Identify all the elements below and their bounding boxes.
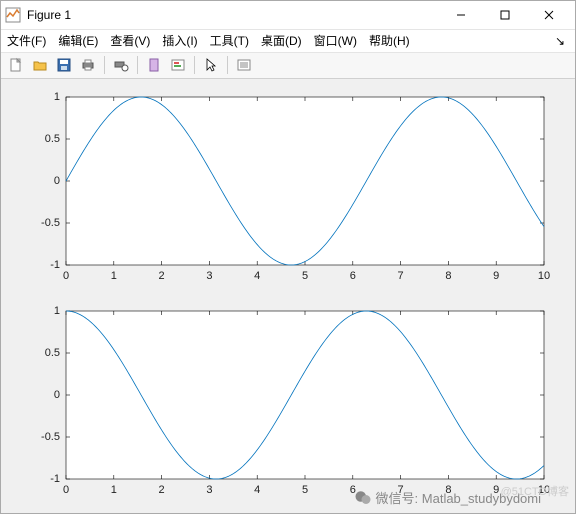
axes-1[interactable]: 0 1 2 3 4 5 6 7 8 9 10 -1 -0.5 0 0.5 1	[22, 89, 554, 289]
svg-text:1: 1	[54, 305, 60, 317]
axes-2[interactable]: 012345678910-1-0.500.51	[22, 303, 554, 503]
new-file-icon[interactable]	[5, 54, 27, 76]
svg-text:-1: -1	[50, 473, 60, 485]
close-button[interactable]	[527, 1, 571, 29]
svg-text:10: 10	[538, 270, 550, 282]
toolbar-separator	[137, 56, 138, 74]
plot-area: 012345678910-1-0.500.51 012345678910-1-0…	[1, 79, 575, 513]
svg-text:4: 4	[254, 484, 260, 496]
figure-window: Figure 1 文件(F) 编辑(E) 查看(V) 插入(I) 工具(T) 桌…	[0, 0, 576, 514]
svg-text:5: 5	[302, 484, 308, 496]
menu-edit[interactable]: 编辑(E)	[58, 32, 98, 49]
window-title: Figure 1	[27, 8, 71, 22]
svg-text:7: 7	[398, 270, 404, 282]
menu-tools[interactable]: 工具(T)	[210, 32, 249, 49]
svg-text:-1: -1	[50, 259, 60, 271]
toolbar-separator	[194, 56, 195, 74]
link-icon[interactable]	[143, 54, 165, 76]
svg-text:8: 8	[445, 270, 451, 282]
svg-text:9: 9	[493, 270, 499, 282]
minimize-button[interactable]	[439, 1, 483, 29]
svg-text:6: 6	[350, 270, 356, 282]
svg-text:0.5: 0.5	[45, 347, 60, 359]
maximize-button[interactable]	[483, 1, 527, 29]
svg-text:1: 1	[54, 91, 60, 103]
svg-text:2: 2	[159, 484, 165, 496]
svg-text:4: 4	[254, 270, 260, 282]
open-icon[interactable]	[29, 54, 51, 76]
wechat-icon	[354, 489, 372, 507]
menu-insert[interactable]: 插入(I)	[162, 32, 197, 49]
app-icon	[5, 7, 21, 23]
svg-text:0: 0	[54, 389, 60, 401]
print-icon[interactable]	[77, 54, 99, 76]
menubar: 文件(F) 编辑(E) 查看(V) 插入(I) 工具(T) 桌面(D) 窗口(W…	[1, 30, 575, 53]
svg-text:0: 0	[54, 175, 60, 187]
menu-view[interactable]: 查看(V)	[110, 32, 150, 49]
svg-text:2: 2	[159, 270, 165, 282]
properties-icon[interactable]	[233, 54, 255, 76]
svg-text:5: 5	[302, 270, 308, 282]
svg-text:3: 3	[206, 270, 212, 282]
svg-text:0: 0	[63, 270, 69, 282]
svg-text:0: 0	[63, 484, 69, 496]
menu-desktop[interactable]: 桌面(D)	[261, 32, 302, 49]
inspect-icon[interactable]	[167, 54, 189, 76]
menu-overflow-icon[interactable]: ↘	[555, 34, 569, 48]
titlebar: Figure 1	[1, 1, 575, 30]
save-icon[interactable]	[53, 54, 75, 76]
print-preview-icon[interactable]	[110, 54, 132, 76]
svg-text:1: 1	[111, 484, 117, 496]
toolbar	[1, 53, 575, 79]
menu-help[interactable]: 帮助(H)	[369, 32, 410, 49]
corner-badge: @51CTO博客	[501, 483, 569, 499]
svg-text:-0.5: -0.5	[41, 431, 60, 443]
toolbar-separator	[227, 56, 228, 74]
toolbar-separator	[104, 56, 105, 74]
svg-text:0.5: 0.5	[45, 133, 60, 145]
menu-window[interactable]: 窗口(W)	[314, 32, 357, 49]
svg-text:1: 1	[111, 270, 117, 282]
pointer-icon[interactable]	[200, 54, 222, 76]
svg-text:-0.5: -0.5	[41, 217, 60, 229]
menu-file[interactable]: 文件(F)	[7, 32, 46, 49]
svg-text:3: 3	[206, 484, 212, 496]
